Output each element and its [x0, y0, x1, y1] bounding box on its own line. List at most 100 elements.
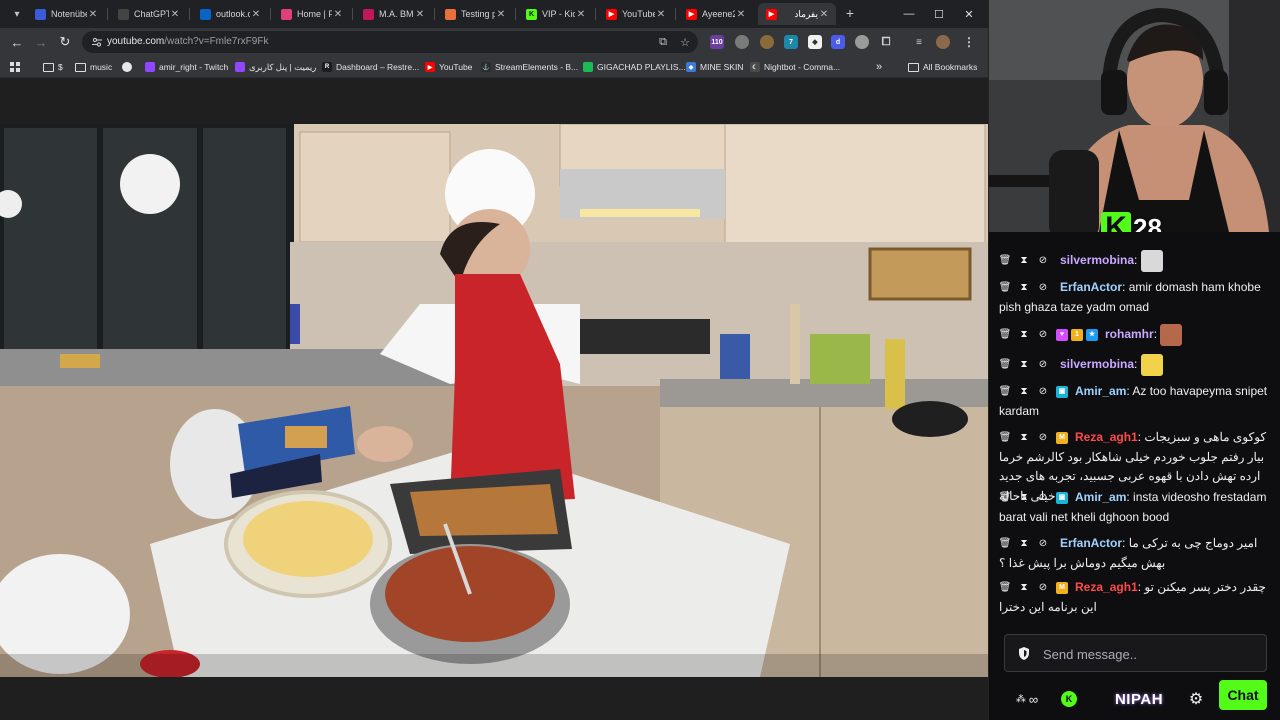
- bookmark-item[interactable]: ⚓ StreamElements - B...: [481, 60, 578, 74]
- extension-face-icon[interactable]: [760, 35, 774, 49]
- browser-tab[interactable]: ▶ یفرماد ✕: [758, 3, 836, 25]
- chat-username[interactable]: silvermobina: [1060, 357, 1134, 371]
- video-player[interactable]: [0, 124, 988, 677]
- browser-menu-icon[interactable]: ⋮: [962, 35, 976, 49]
- profile-avatar[interactable]: [936, 35, 950, 49]
- extension-globe-icon[interactable]: [855, 35, 869, 49]
- delete-icon[interactable]: 🗑: [999, 386, 1012, 398]
- extension-badge-icon[interactable]: 110: [710, 35, 724, 49]
- bookmark-item[interactable]: $: [43, 60, 63, 74]
- forward-button[interactable]: →: [32, 33, 50, 51]
- timeout-icon[interactable]: ⧗: [1018, 359, 1030, 371]
- media-control-icon[interactable]: ≡: [912, 35, 926, 49]
- close-tab-icon[interactable]: ✕: [87, 9, 99, 20]
- bookmark-item[interactable]: ☾ Nightbot - Comma...: [750, 60, 840, 74]
- shield-icon[interactable]: [1017, 646, 1031, 660]
- timeout-icon[interactable]: ⧗: [1018, 538, 1030, 550]
- delete-icon[interactable]: 🗑: [999, 255, 1012, 267]
- nipah-logo[interactable]: NIPAH: [1107, 686, 1171, 712]
- timeout-icon[interactable]: ⧗: [1018, 386, 1030, 398]
- chat-username[interactable]: Reza_agh1: [1075, 430, 1138, 444]
- extension-discord-icon[interactable]: d: [831, 35, 845, 49]
- browser-tab[interactable]: ▶ YouTube ✕: [598, 3, 673, 25]
- ban-icon[interactable]: ⊘: [1037, 329, 1049, 341]
- bookmark-item[interactable]: music: [75, 60, 112, 74]
- bookmark-star-icon[interactable]: ☆: [678, 35, 692, 49]
- browser-tab[interactable]: Notenübe ✕: [27, 3, 105, 25]
- delete-icon[interactable]: 🗑: [999, 538, 1012, 550]
- all-bookmarks-folder[interactable]: All Bookmarks: [908, 60, 977, 74]
- more-bookmarks-button[interactable]: »: [876, 60, 882, 74]
- ban-icon[interactable]: ⊘: [1037, 255, 1049, 267]
- close-window-button[interactable]: ✕: [955, 4, 983, 24]
- timeout-icon[interactable]: ⧗: [1018, 255, 1030, 267]
- delete-icon[interactable]: 🗑: [999, 282, 1012, 294]
- timeout-icon[interactable]: ⧗: [1018, 432, 1030, 444]
- bookmark-item[interactable]: R Dashboard – Restre...: [322, 60, 419, 74]
- back-button[interactable]: ←: [8, 33, 26, 51]
- close-tab-icon[interactable]: ✕: [655, 9, 667, 20]
- address-bar[interactable]: youtube.com/watch?v=Fmle7rxF9Fk ⧉ ☆: [82, 31, 698, 53]
- extensions-puzzle-icon[interactable]: ⧠: [879, 35, 893, 49]
- extension-owl-icon[interactable]: [735, 35, 749, 49]
- bookmark-item[interactable]: ◆ MINE SKIN: [686, 60, 743, 74]
- ban-icon[interactable]: ⊘: [1037, 538, 1049, 550]
- delete-icon[interactable]: 🗑: [999, 359, 1012, 371]
- close-tab-icon[interactable]: ✕: [735, 9, 747, 20]
- browser-tab[interactable]: outlook.c ✕: [192, 3, 268, 25]
- settings-gear-icon[interactable]: ⚙: [1185, 686, 1207, 712]
- maximize-button[interactable]: ☐: [925, 4, 953, 24]
- close-tab-icon[interactable]: ✕: [575, 9, 587, 20]
- browser-tab[interactable]: ChatGPT ✕: [110, 3, 187, 25]
- chat-username[interactable]: ErfanActor: [1060, 536, 1122, 550]
- bookmark-item[interactable]: amir_right - Twitch: [145, 60, 228, 74]
- delete-icon[interactable]: 🗑: [999, 582, 1012, 594]
- browser-tab[interactable]: M.A. BMe✕: [355, 3, 432, 25]
- browser-tab[interactable]: Testing p ✕: [437, 3, 513, 25]
- ban-icon[interactable]: ⊘: [1037, 582, 1049, 594]
- ban-icon[interactable]: ⊘: [1037, 282, 1049, 294]
- delete-icon[interactable]: 🗑: [999, 492, 1012, 504]
- site-info-icon[interactable]: [91, 36, 103, 48]
- close-tab-icon[interactable]: ✕: [332, 9, 344, 20]
- browser-tab[interactable]: ▶ Ayeene2 ✕: [678, 3, 753, 25]
- close-tab-icon[interactable]: ✕: [818, 9, 830, 20]
- ban-icon[interactable]: ⊘: [1037, 492, 1049, 504]
- chat-username[interactable]: Amir_am: [1075, 384, 1126, 398]
- bookmark-item[interactable]: [122, 60, 136, 74]
- browser-tab[interactable]: Home | F ✕: [273, 3, 350, 25]
- apps-grid-icon[interactable]: [10, 60, 20, 74]
- cast-icon[interactable]: ⧉: [656, 35, 670, 49]
- reload-button[interactable]: ↻: [56, 33, 74, 51]
- chat-username[interactable]: rohamhr: [1105, 327, 1154, 341]
- bookmark-item[interactable]: ریمیت | پنل کاربری: [235, 60, 316, 74]
- extension-diamond-icon[interactable]: ◆: [808, 35, 822, 49]
- send-chat-button[interactable]: Chat: [1219, 680, 1267, 710]
- bookmark-item[interactable]: ▶ YouTube: [425, 60, 472, 74]
- points-button[interactable]: ⁂ ∞: [1007, 686, 1047, 712]
- close-tab-icon[interactable]: ✕: [250, 9, 262, 20]
- bookmark-item[interactable]: GIGACHAD PLAYLIS...: [583, 60, 686, 74]
- timeout-icon[interactable]: ⧗: [1018, 492, 1030, 504]
- chat-username[interactable]: Reza_agh1: [1075, 580, 1138, 594]
- timeout-icon[interactable]: ⧗: [1018, 282, 1030, 294]
- extension-translate-icon[interactable]: 7: [784, 35, 798, 49]
- timeout-icon[interactable]: ⧗: [1018, 582, 1030, 594]
- chat-username[interactable]: Amir_am: [1075, 490, 1126, 504]
- chat-message-input[interactable]: [1043, 644, 1253, 664]
- minimize-button[interactable]: —: [895, 4, 923, 24]
- close-tab-icon[interactable]: ✕: [495, 9, 507, 20]
- ban-icon[interactable]: ⊘: [1037, 386, 1049, 398]
- delete-icon[interactable]: 🗑: [999, 432, 1012, 444]
- close-tab-icon[interactable]: ✕: [414, 9, 426, 20]
- close-tab-icon[interactable]: ✕: [169, 9, 181, 20]
- chat-username[interactable]: ErfanActor: [1060, 280, 1122, 294]
- ban-icon[interactable]: ⊘: [1037, 359, 1049, 371]
- new-tab-button[interactable]: +: [843, 6, 857, 20]
- kick-badge-icon[interactable]: K: [1059, 686, 1079, 712]
- ban-icon[interactable]: ⊘: [1037, 432, 1049, 444]
- delete-icon[interactable]: 🗑: [999, 329, 1012, 341]
- chat-username[interactable]: silvermobina: [1060, 253, 1134, 267]
- timeout-icon[interactable]: ⧗: [1018, 329, 1030, 341]
- browser-tab[interactable]: K VIP - Kick✕: [518, 3, 593, 25]
